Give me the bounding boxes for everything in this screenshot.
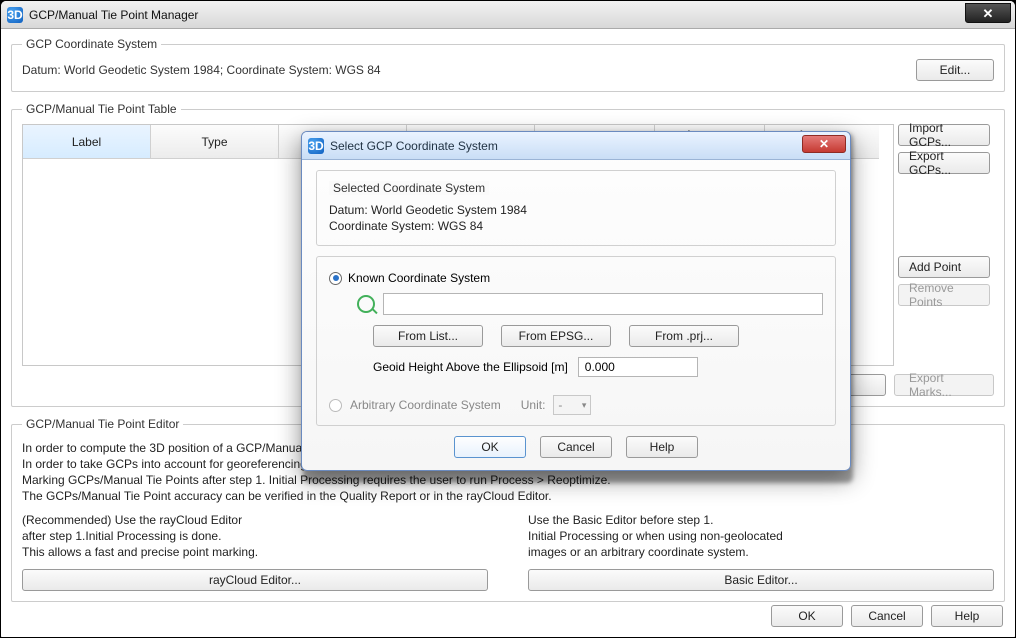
arbitrary-cs-row[interactable]: Arbitrary Coordinate System Unit: - ▾ [329,395,823,415]
selected-coord-legend: Selected Coordinate System [329,181,489,195]
dialog-close-button[interactable]: ✕ [802,135,846,153]
dialog-help-button[interactable]: Help [626,436,698,458]
main-ok-button[interactable]: OK [771,605,843,627]
known-cs-radio-row[interactable]: Known Coordinate System [329,271,823,285]
unit-select[interactable]: - ▾ [553,395,591,415]
main-help-button[interactable]: Help [931,605,1003,627]
main-cancel-button[interactable]: Cancel [851,605,923,627]
dialog-titlebar: 3D Select GCP Coordinate System ✕ [302,132,850,160]
window-title: GCP/Manual Tie Point Manager [29,8,198,22]
raycloud-text-3: This allows a fast and precise point mar… [22,545,488,559]
window-close-button[interactable]: ✕ [965,3,1011,23]
table-side-buttons-1: Import GCPs... Export GCPs... [898,124,990,174]
basic-editor-button[interactable]: Basic Editor... [528,569,994,591]
arbitrary-cs-label: Arbitrary Coordinate System [350,398,501,412]
from-list-button[interactable]: From List... [373,325,483,347]
unit-value: - [558,398,562,412]
unit-label: Unit: [521,398,546,412]
gcp-coord-system-group: GCP Coordinate System Datum: World Geode… [11,37,1005,92]
export-marks-button[interactable]: Export Marks... [894,374,994,396]
close-icon: ✕ [983,7,994,20]
table-side-buttons-2: Add Point Remove Points [898,256,990,306]
geoid-height-input[interactable] [578,357,698,377]
selected-datum: Datum: World Geodetic System 1984 [329,203,823,217]
select-coord-system-dialog: 3D Select GCP Coordinate System ✕ Select… [301,131,851,471]
import-gcps-button[interactable]: Import GCPs... [898,124,990,146]
known-cs-radio[interactable] [329,272,342,285]
dialog-footer: OK Cancel Help [316,436,836,458]
col-label[interactable]: Label [23,125,151,159]
chevron-down-icon: ▾ [582,400,587,411]
col-type[interactable]: Type [151,125,279,159]
dialog-title: Select GCP Coordinate System [330,139,498,153]
from-epsg-button[interactable]: From EPSG... [501,325,611,347]
dialog-ok-button[interactable]: OK [454,436,526,458]
selected-cs: Coordinate System: WGS 84 [329,219,823,233]
export-gcps-button[interactable]: Export GCPs... [898,152,990,174]
raycloud-text-2: after step 1.Initial Processing is done. [22,529,488,543]
editor-text-4: The GCPs/Manual Tie Point accuracy can b… [22,489,994,503]
close-icon: ✕ [819,138,829,150]
raycloud-text-1: (Recommended) Use the rayCloud Editor [22,513,488,527]
search-icon [357,295,375,313]
titlebar: 3D GCP/Manual Tie Point Manager ✕ [1,1,1015,29]
main-footer-buttons: OK Cancel Help [771,605,1003,627]
dialog-app-icon: 3D [308,138,324,154]
known-cs-label: Known Coordinate System [348,271,490,285]
coord-search-input[interactable] [383,293,823,315]
basic-col: Use the Basic Editor before step 1. Init… [528,511,994,591]
tie-point-editor-legend: GCP/Manual Tie Point Editor [22,417,183,431]
gcp-coord-system-legend: GCP Coordinate System [22,37,161,51]
basic-text-1: Use the Basic Editor before step 1. [528,513,994,527]
edit-coord-system-button[interactable]: Edit... [916,59,994,81]
selected-coord-system-group: Selected Coordinate System Datum: World … [316,170,836,246]
basic-text-3: images or an arbitrary coordinate system… [528,545,994,559]
main-window: 3D GCP/Manual Tie Point Manager ✕ GCP Co… [0,0,1016,638]
tie-point-table-legend: GCP/Manual Tie Point Table [22,102,181,116]
raycloud-editor-button[interactable]: rayCloud Editor... [22,569,488,591]
app-icon: 3D [7,7,23,23]
coord-system-choice-group: Known Coordinate System From List... Fro… [316,256,836,426]
dialog-cancel-button[interactable]: Cancel [540,436,612,458]
raycloud-col: (Recommended) Use the rayCloud Editor af… [22,511,488,591]
arbitrary-cs-radio[interactable] [329,399,342,412]
remove-points-button[interactable]: Remove Points [898,284,990,306]
from-prj-button[interactable]: From .prj... [629,325,739,347]
basic-text-2: Initial Processing or when using non-geo… [528,529,994,543]
geoid-label: Geoid Height Above the Ellipsoid [m] [373,360,568,374]
datum-text: Datum: World Geodetic System 1984; Coord… [22,63,381,77]
add-point-button[interactable]: Add Point [898,256,990,278]
